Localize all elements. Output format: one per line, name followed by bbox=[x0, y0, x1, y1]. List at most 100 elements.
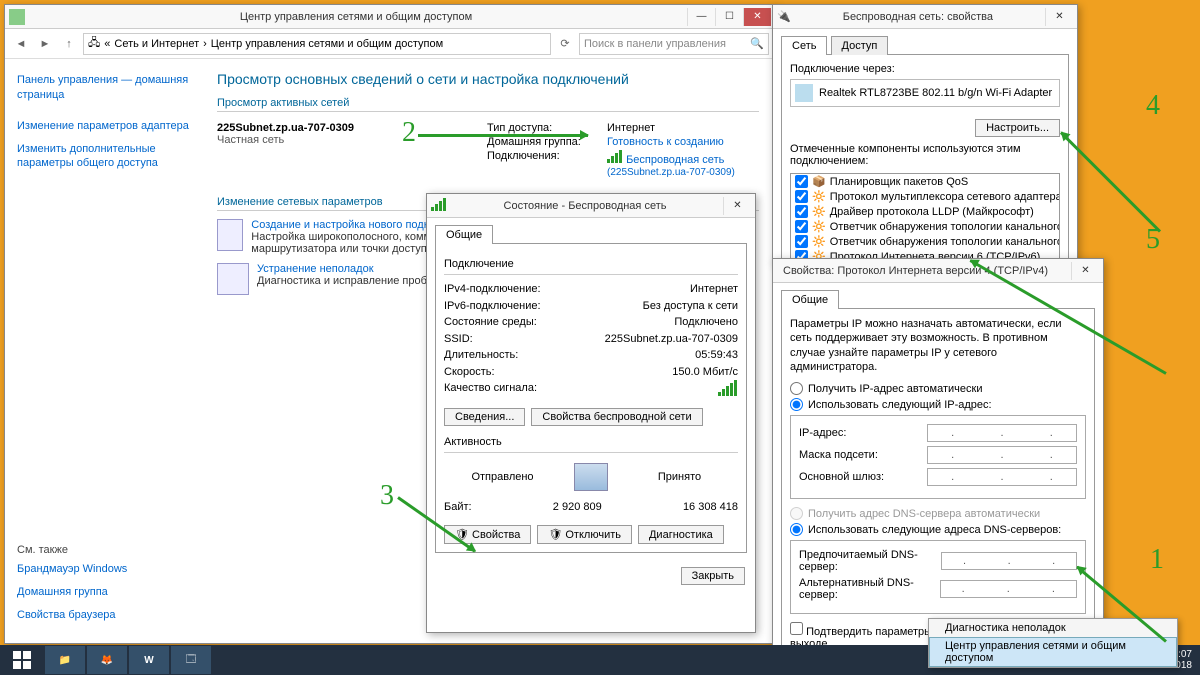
up-button[interactable]: ↑ bbox=[59, 34, 79, 54]
signal-icon bbox=[718, 380, 738, 402]
list-item[interactable]: 🔆Драйвер протокола LLDP (Майкрософт) bbox=[791, 204, 1059, 219]
maximize-button[interactable]: ☐ bbox=[715, 8, 743, 26]
search-input[interactable]: Поиск в панели управления 🔍 bbox=[579, 33, 769, 55]
adapter-name: Realtek RTL8723BE 802.11 b/g/n Wi-Fi Ada… bbox=[819, 87, 1052, 99]
menu-item-network-center[interactable]: Центр управления сетями и общим доступом bbox=[929, 637, 1177, 667]
close-button[interactable]: ✕ bbox=[1045, 8, 1073, 26]
bytes-sent: 2 920 809 bbox=[472, 499, 683, 516]
ssid-value: 225Subnet.zp.ua-707-0309 bbox=[605, 331, 738, 348]
close-button[interactable]: ✕ bbox=[1071, 262, 1099, 280]
window-title: Свойства: Протокол Интернета версии 4 (T… bbox=[777, 265, 1071, 277]
dns2-input[interactable]: ... bbox=[940, 580, 1077, 598]
troubleshoot-icon bbox=[217, 263, 249, 295]
activity-header: Активность bbox=[444, 436, 738, 448]
taskbar-explorer[interactable]: 📁 bbox=[45, 646, 85, 674]
minimize-button[interactable]: — bbox=[687, 8, 715, 26]
window-title: Состояние - Беспроводная сеть bbox=[447, 200, 723, 212]
new-connection-icon bbox=[217, 219, 243, 251]
see-also: См. также Брандмауэр Windows Домашняя гр… bbox=[17, 544, 197, 631]
ipv4-value: Интернет bbox=[690, 281, 738, 298]
properties-button[interactable]: 🛡 Свойства bbox=[444, 525, 531, 544]
annotation-1: 1 bbox=[1150, 544, 1164, 576]
media-label: Состояние среды: bbox=[444, 314, 537, 331]
activity-icon bbox=[574, 463, 608, 491]
protocol-icon: 🔆 bbox=[812, 190, 826, 203]
ip-input[interactable]: ... bbox=[927, 424, 1077, 442]
sidebar-link-adapter[interactable]: Изменение параметров адаптера bbox=[17, 119, 189, 134]
wifi-properties-window: 🔌 Беспроводная сеть: свойства ✕ Сеть Дос… bbox=[772, 4, 1078, 264]
access-value: Интернет bbox=[607, 122, 735, 134]
dns1-input[interactable]: ... bbox=[941, 552, 1077, 570]
tab-general[interactable]: Общие bbox=[435, 225, 493, 244]
titlebar: Центр управления сетями и общим доступом… bbox=[5, 5, 775, 29]
close-button[interactable]: ✕ bbox=[743, 8, 771, 26]
ipv6-label: IPv6-подключение: bbox=[444, 298, 541, 315]
list-item[interactable]: 🔆Ответчик обнаружения топологии канально… bbox=[791, 219, 1059, 234]
see-also-browser[interactable]: Свойства браузера bbox=[17, 608, 197, 623]
dns-manual-radio[interactable] bbox=[790, 523, 803, 536]
window-title: Центр управления сетями и общим доступом bbox=[25, 11, 687, 23]
ipv4-properties-window: Свойства: Протокол Интернета версии 4 (T… bbox=[772, 258, 1104, 646]
dns1-label: Предпочитаемый DNS-сервер: bbox=[799, 549, 941, 573]
close-button[interactable]: ✕ bbox=[723, 197, 751, 215]
component-label: Протокол мультиплексора сетевого адаптер… bbox=[830, 191, 1060, 203]
wifi-props-button[interactable]: Свойства беспроводной сети bbox=[531, 408, 702, 426]
component-checkbox[interactable] bbox=[795, 205, 808, 218]
sidebar-link-sharing[interactable]: Изменить дополнительные параметры общего… bbox=[17, 142, 189, 172]
configure-button[interactable]: Настроить... bbox=[975, 119, 1060, 137]
back-button[interactable]: ◄ bbox=[11, 34, 31, 54]
address-toolbar: ◄ ► ↑ 🖧 « Сеть и Интернет › Центр управл… bbox=[5, 29, 775, 59]
mask-label: Маска подсети: bbox=[799, 449, 878, 461]
breadcrumb[interactable]: 🖧 « Сеть и Интернет › Центр управления с… bbox=[83, 33, 551, 55]
tab-sharing[interactable]: Доступ bbox=[831, 36, 889, 55]
adapter-icon bbox=[795, 84, 813, 102]
see-also-homegroup[interactable]: Домашняя группа bbox=[17, 585, 197, 600]
titlebar: 🔌 Беспроводная сеть: свойства ✕ bbox=[773, 5, 1077, 29]
list-item[interactable]: 🔆 Протокол мультиплексора сетевого адапте… bbox=[791, 189, 1059, 204]
connection-sub[interactable]: (225Subnet.zp.ua-707-0309) bbox=[607, 167, 735, 178]
status-panel: Подключение IPv4-подключение:Интернет IP… bbox=[435, 243, 747, 553]
titlebar: Состояние - Беспроводная сеть ✕ bbox=[427, 194, 755, 218]
ip-manual-label: Использовать следующий IP-адрес: bbox=[808, 399, 992, 411]
homegroup-link[interactable]: Готовность к созданию bbox=[607, 136, 724, 148]
ip-auto-radio[interactable] bbox=[790, 382, 803, 395]
confirm-checkbox[interactable] bbox=[790, 622, 803, 635]
protocol-icon: 🔆 bbox=[812, 235, 826, 248]
sidebar-home-link[interactable]: Панель управления — домашняя страница bbox=[17, 73, 189, 103]
tab-general[interactable]: Общие bbox=[781, 290, 839, 309]
diagnose-button[interactable]: Диагностика bbox=[638, 525, 724, 544]
close-button[interactable]: Закрыть bbox=[681, 567, 745, 585]
start-button[interactable] bbox=[0, 645, 44, 675]
component-checkbox[interactable] bbox=[795, 175, 808, 188]
component-label: Драйвер протокола LLDP (Майкрософт) bbox=[830, 206, 1034, 218]
tab-network[interactable]: Сеть bbox=[781, 36, 827, 55]
component-checkbox[interactable] bbox=[795, 220, 808, 233]
taskbar-word[interactable]: W bbox=[129, 646, 169, 674]
taskbar-firefox[interactable]: 🦊 bbox=[87, 646, 127, 674]
breadcrumb-item[interactable]: Центр управления сетями и общим доступом bbox=[211, 38, 443, 50]
ip-manual-radio[interactable] bbox=[790, 398, 803, 411]
wifi-status-window: Состояние - Беспроводная сеть ✕ Общие По… bbox=[426, 193, 756, 633]
gw-input[interactable]: ... bbox=[927, 468, 1077, 486]
refresh-button[interactable]: ⟳ bbox=[555, 34, 575, 54]
ipv4-label: IPv4-подключение: bbox=[444, 281, 541, 298]
signal-label: Качество сигнала: bbox=[444, 380, 537, 402]
list-item[interactable]: 📦Планировщик пакетов QoS bbox=[791, 174, 1059, 189]
mask-input[interactable]: ... bbox=[927, 446, 1077, 464]
connection-link[interactable]: Беспроводная сеть bbox=[626, 154, 724, 166]
component-checkbox[interactable] bbox=[795, 235, 808, 248]
list-item[interactable]: 🔆Ответчик обнаружения топологии канально… bbox=[791, 234, 1059, 249]
bytes-label: Байт: bbox=[444, 499, 472, 516]
taskbar-app[interactable]: 🗔 bbox=[171, 646, 211, 674]
breadcrumb-item[interactable]: Сеть и Интернет bbox=[114, 38, 199, 50]
signal-icon bbox=[607, 154, 623, 166]
forward-button[interactable]: ► bbox=[35, 34, 55, 54]
bytes-recv: 16 308 418 bbox=[683, 499, 738, 516]
see-also-firewall[interactable]: Брандмауэр Windows bbox=[17, 562, 197, 577]
signal-icon bbox=[431, 198, 447, 214]
component-checkbox[interactable] bbox=[795, 190, 808, 203]
details-button[interactable]: Сведения... bbox=[444, 408, 525, 426]
menu-item-diagnose[interactable]: Диагностика неполадок bbox=[929, 619, 1177, 637]
network-icon: 🔌 bbox=[777, 10, 791, 23]
disable-button[interactable]: 🛡 Отключить bbox=[537, 525, 632, 544]
